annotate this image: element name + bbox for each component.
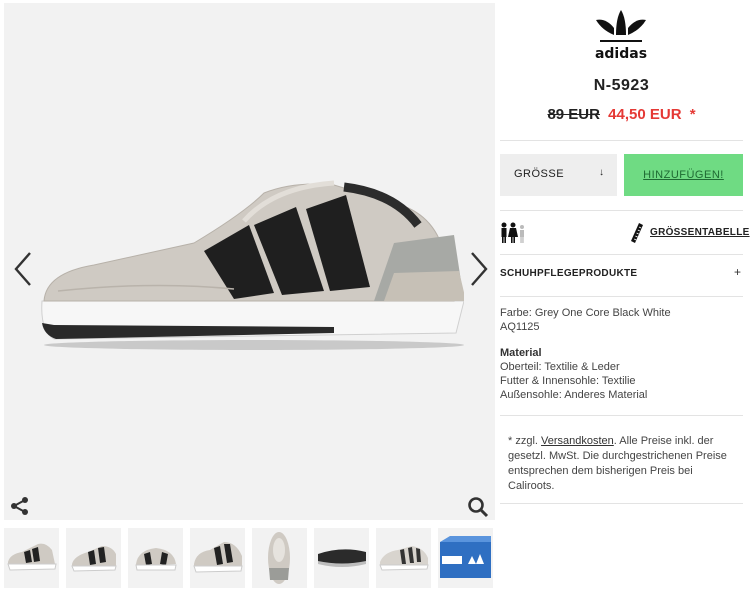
adidas-logo: adidas [595, 10, 647, 62]
chevron-left-icon[interactable] [12, 249, 36, 289]
divider [500, 296, 743, 297]
arrow-down-icon: ↓ [599, 167, 605, 178]
plus-icon: + [733, 265, 741, 279]
divider [500, 254, 743, 255]
size-table-link[interactable]: GRÖSSENTABELLE [650, 227, 750, 238]
size-select-label: GRÖSSE [514, 168, 565, 180]
price-row: 89 EUR 44,50 EUR * [500, 106, 743, 123]
ruler-icon[interactable] [630, 222, 644, 244]
thumbnail[interactable] [66, 528, 121, 588]
thumbnail[interactable] [190, 528, 245, 588]
search-icon[interactable] [467, 496, 489, 518]
thumbnail[interactable] [4, 528, 59, 588]
shipping-costs-link[interactable]: Versandkosten [541, 435, 614, 447]
shoe-care-accordion[interactable]: SCHUHPFLEGEPRODUKTE + [500, 262, 743, 286]
old-price: 89 EUR [547, 106, 600, 123]
brand-logo-text: adidas [595, 46, 647, 62]
divider [500, 140, 743, 141]
add-to-cart-button[interactable]: HINZUFÜGEN! [624, 154, 743, 196]
divider [500, 503, 743, 504]
product-color: Farbe: Grey One Core Black White [500, 307, 671, 319]
product-main-image [41, 180, 464, 350]
thumbnail[interactable] [128, 528, 183, 588]
product-title: N-5923 [593, 77, 650, 94]
thumbnail-strip [4, 528, 495, 588]
share-icon[interactable] [10, 496, 30, 516]
product-image-gallery [4, 3, 495, 520]
material-lining: Futter & Innensohle: Textilie [500, 375, 636, 387]
size-select[interactable]: GRÖSSE ↓ [500, 154, 617, 196]
material-upper: Oberteil: Textilie & Leder [500, 361, 620, 373]
chevron-right-icon[interactable] [466, 249, 490, 289]
thumbnail[interactable] [376, 528, 431, 588]
material-outsole: Außensohle: Anderes Material [500, 389, 648, 401]
price-note-prefix: * zzgl. [508, 435, 542, 447]
product-sku: AQ1125 [500, 321, 540, 333]
divider [500, 210, 743, 211]
divider [500, 415, 743, 416]
material-heading: Material [500, 347, 542, 359]
shoe-care-label: SCHUHPFLEGEPRODUKTE [500, 268, 638, 279]
thumbnail[interactable] [314, 528, 369, 588]
price-asterisk: * [689, 106, 696, 123]
thumbnail[interactable] [438, 528, 493, 588]
people-icon[interactable] [500, 222, 528, 244]
price-note: * zzgl. Versandkosten. Alle Preise inkl.… [508, 434, 740, 494]
thumbnail[interactable] [252, 528, 307, 588]
sale-price: 44,50 EUR [608, 106, 682, 123]
